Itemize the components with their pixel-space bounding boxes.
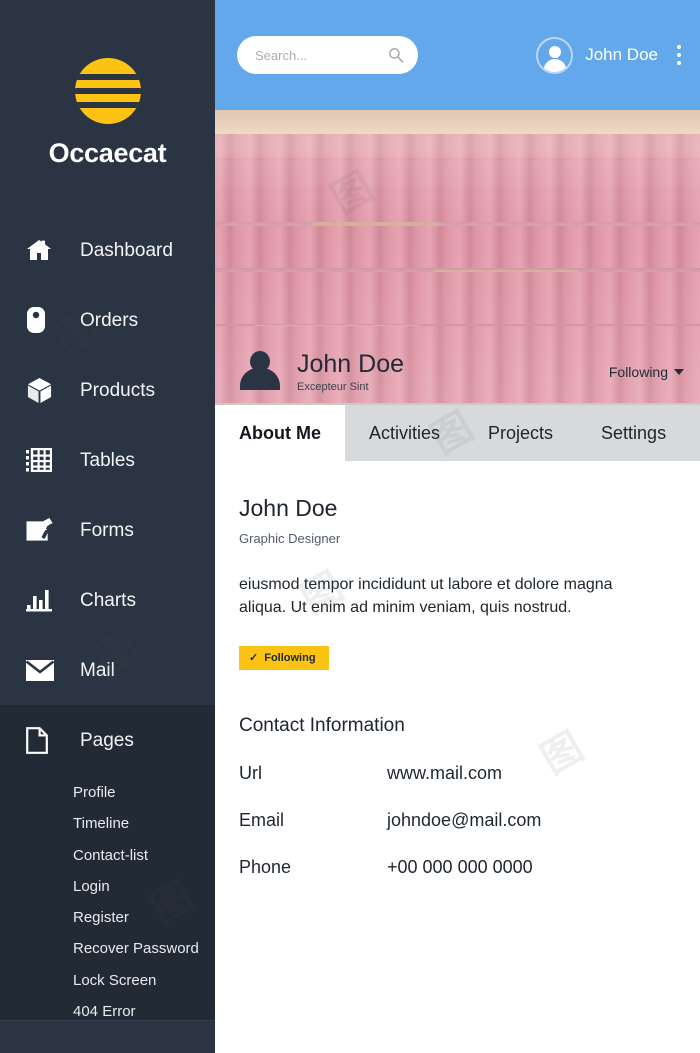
- contact-information-heading: Contact Information: [239, 715, 405, 737]
- contact-value[interactable]: johndoe@mail.com: [387, 810, 541, 831]
- tab-settings[interactable]: Settings: [577, 405, 691, 461]
- app-root: Occaecat Dashboard Orders Products Table…: [0, 0, 700, 1053]
- user-avatar-icon[interactable]: [536, 36, 574, 74]
- contact-label: Email: [239, 810, 285, 831]
- sidebar-item-label: Tables: [80, 449, 135, 471]
- sidebar-item-charts[interactable]: Charts: [0, 565, 215, 635]
- tab-projects[interactable]: Projects: [464, 405, 578, 461]
- sidebar-nav: Dashboard Orders Products Tables Forms C…: [0, 215, 215, 1027]
- sidebar-subitem-recover-password[interactable]: Recover Password: [0, 933, 215, 964]
- sidebar: Occaecat Dashboard Orders Products Table…: [0, 0, 215, 1053]
- kebab-menu-icon[interactable]: [670, 45, 686, 65]
- contact-value: +00 000 000 0000: [387, 857, 533, 878]
- edit-note-icon: [26, 513, 66, 547]
- search-placeholder: Search...: [255, 47, 308, 63]
- bar-chart-icon: [26, 583, 66, 617]
- profile-bio: eiusmod tempor incididunt ut labore et d…: [239, 576, 613, 616]
- banner-user-name: John Doe: [297, 350, 405, 379]
- contact-label: Phone: [239, 857, 292, 878]
- sidebar-item-pages[interactable]: Pages: [0, 705, 215, 775]
- sidebar-item-mail[interactable]: Mail: [0, 635, 215, 705]
- page-title: John Doe: [239, 495, 338, 521]
- tab-about-me[interactable]: About Me: [215, 405, 345, 461]
- sidebar-submenu-pages: Profile Timeline Contact-list Login Regi…: [0, 775, 215, 1027]
- sidebar-item-label: Mail: [80, 659, 115, 681]
- contact-row-email: Email johndoe@mail.com: [239, 810, 676, 831]
- sidebar-item-forms[interactable]: Forms: [0, 495, 215, 565]
- sidebar-item-label: Forms: [80, 519, 134, 541]
- following-button[interactable]: ✓ Following: [239, 646, 329, 671]
- sidebar-footer: [0, 1020, 215, 1053]
- sidebar-item-tables[interactable]: Tables: [0, 425, 215, 495]
- banner-identity: John Doe Excepteur Sint: [297, 350, 405, 393]
- sidebar-subitem-timeline[interactable]: Timeline: [0, 808, 215, 839]
- striped-circle-logo-icon: [74, 58, 141, 124]
- following-button-label: Following: [264, 652, 316, 665]
- topbar-user-name[interactable]: John Doe: [585, 45, 658, 65]
- contact-row-phone: Phone +00 000 000 0000: [239, 857, 676, 878]
- profile-tabs: About Me Activities Projects Settings: [215, 405, 700, 461]
- box-icon: [26, 373, 66, 407]
- sidebar-subitem-contact-list[interactable]: Contact-list: [0, 840, 215, 871]
- sidebar-item-dashboard[interactable]: Dashboard: [0, 215, 215, 285]
- tag-icon: [26, 303, 66, 337]
- profile-role: Graphic Designer: [239, 531, 341, 546]
- sidebar-subitem-register[interactable]: Register: [0, 902, 215, 933]
- sidebar-item-label: Pages: [80, 729, 134, 751]
- profile-banner: John Doe Excepteur Sint Following: [215, 110, 700, 405]
- tab-activities[interactable]: Activities: [344, 405, 464, 461]
- sidebar-subitem-login[interactable]: Login: [0, 871, 215, 902]
- contact-information-table: Url www.mail.com Email johndoe@mail.com …: [239, 763, 676, 878]
- envelope-icon: [26, 653, 66, 687]
- user-silhouette-icon: [237, 349, 283, 395]
- sidebar-subitem-lock-screen[interactable]: Lock Screen: [0, 965, 215, 996]
- grid-icon: [26, 443, 66, 477]
- topbar: Search... John Doe: [215, 0, 700, 110]
- sidebar-item-label: Dashboard: [80, 239, 173, 261]
- following-dropdown-button[interactable]: Following: [609, 364, 684, 380]
- main-area: Search... John Doe John Doe Excepteur Si…: [215, 0, 700, 1053]
- banner-overlay: John Doe Excepteur Sint Following: [215, 339, 700, 405]
- document-icon: [26, 723, 66, 757]
- sidebar-item-label: Charts: [80, 589, 136, 611]
- sidebar-item-orders[interactable]: Orders: [0, 285, 215, 355]
- sidebar-subitem-profile[interactable]: Profile: [0, 777, 215, 808]
- topbar-user-area: John Doe: [536, 36, 686, 74]
- contact-row-url: Url www.mail.com: [239, 763, 676, 784]
- search-input[interactable]: Search...: [237, 36, 418, 74]
- chevron-down-icon: [674, 369, 684, 375]
- contact-label: Url: [239, 763, 262, 784]
- brand-name: Occaecat: [48, 138, 167, 168]
- contact-value[interactable]: www.mail.com: [387, 763, 502, 784]
- sidebar-item-label: Products: [80, 379, 155, 401]
- search-icon[interactable]: [388, 47, 404, 63]
- following-dropdown-label: Following: [608, 364, 668, 380]
- sidebar-item-products[interactable]: Products: [0, 355, 215, 425]
- brand[interactable]: Occaecat: [0, 0, 215, 169]
- sidebar-item-label: Orders: [80, 309, 139, 331]
- banner-user-subtitle: Excepteur Sint: [297, 380, 369, 393]
- check-icon: ✓: [249, 651, 259, 664]
- about-me-panel: John Doe Graphic Designer eiusmod tempor…: [215, 461, 700, 879]
- home-icon: [26, 233, 66, 267]
